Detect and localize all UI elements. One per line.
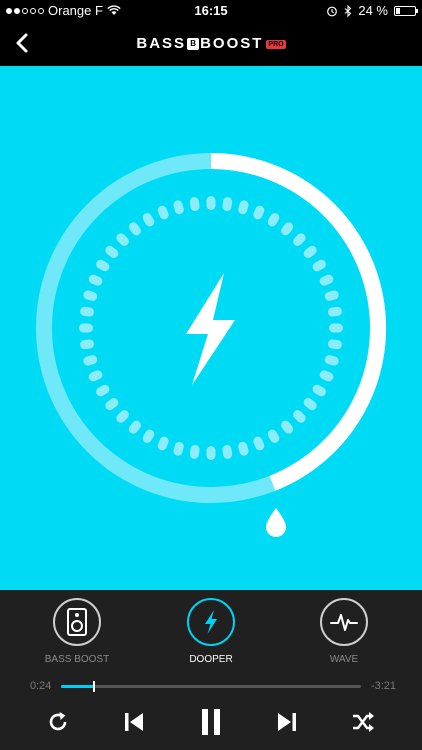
lightning-bolt-icon (205, 610, 217, 634)
remaining-time: -3:21 (370, 680, 396, 692)
mode-selector: BASS BOOST DOOPER WAVE (0, 598, 422, 678)
player-panel: BASS BOOST DOOPER WAVE 0:24 -3:21 (0, 590, 422, 750)
seek-bar[interactable] (61, 681, 361, 692)
pause-icon (202, 709, 220, 735)
alarm-icon (327, 6, 338, 16)
bluetooth-icon (344, 4, 352, 17)
playback-progress: 0:24 -3:21 (0, 680, 422, 694)
app-title-logo: BASS B BOOST PRO (0, 35, 422, 52)
dial-dot (329, 323, 343, 333)
waveform-icon (330, 614, 358, 631)
elapsed-time: 0:24 (30, 680, 52, 692)
shuffle-icon (353, 712, 374, 732)
dial-dot (206, 446, 216, 460)
pause-button[interactable] (191, 702, 231, 742)
battery-percent: 24 % (358, 3, 388, 18)
status-bar: Orange F 16:15 24 % (0, 0, 422, 22)
title-right: BOOST (200, 35, 264, 52)
previous-icon (125, 713, 143, 731)
mode-bass-boost[interactable]: BASS BOOST (27, 598, 127, 665)
shuffle-button[interactable] (343, 702, 383, 742)
next-button[interactable] (267, 702, 307, 742)
repeat-icon (49, 712, 67, 731)
mode-wave-button[interactable] (320, 598, 368, 646)
mode-wave[interactable]: WAVE (294, 598, 394, 665)
mode-dooper-button[interactable] (187, 598, 235, 646)
repeat-button[interactable] (38, 702, 78, 742)
mode-dooper-label: DOOPER (189, 654, 233, 665)
dial-dot (206, 196, 216, 210)
boost-dial-area[interactable] (0, 66, 422, 590)
speaker-icon (67, 608, 87, 636)
next-icon (278, 713, 296, 731)
boost-dial[interactable] (0, 66, 422, 590)
title-left: BASS (136, 35, 187, 52)
dial-dot (79, 323, 93, 333)
mode-dooper[interactable]: DOOPER (161, 598, 261, 665)
mode-bass-boost-label: BASS BOOST (44, 654, 110, 665)
battery-icon (394, 5, 418, 16)
mode-bass-boost-button[interactable] (53, 598, 101, 646)
previous-button[interactable] (114, 702, 154, 742)
nav-bar: BASS B BOOST PRO (0, 22, 422, 66)
playback-controls (0, 702, 422, 742)
title-mid: B (187, 38, 200, 51)
mode-wave-label: WAVE (329, 654, 359, 665)
seek-bar-played (61, 685, 94, 688)
pro-badge: PRO (266, 39, 286, 49)
seek-bar-knob[interactable] (93, 681, 95, 692)
status-right: 24 % (326, 3, 418, 18)
